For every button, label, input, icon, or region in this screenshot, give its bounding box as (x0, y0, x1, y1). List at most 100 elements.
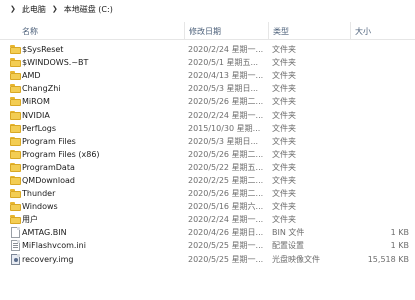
file-size (350, 108, 409, 121)
file-row[interactable]: NVIDIA 2020/2/24 星期一... 文件夹 (0, 108, 415, 121)
file-date: 2020/5/3 星期日... (188, 84, 259, 94)
file-name: recovery.img (22, 254, 74, 264)
file-type: 文件夹 (272, 189, 296, 199)
file-size (350, 69, 409, 82)
file-type: 文件夹 (272, 215, 296, 225)
file-row[interactable]: ChangZhi 2020/5/3 星期日... 文件夹 (0, 82, 415, 95)
file-type: 配置设置 (272, 241, 304, 251)
file-date: 2020/5/25 星期一... (188, 241, 264, 251)
folder-icon (9, 200, 21, 213)
file-size (350, 187, 409, 200)
file-name: MiFlashvcom.ini (22, 241, 86, 251)
chevron-right-icon[interactable]: ❯ (52, 5, 58, 13)
file-name: ChangZhi (22, 84, 61, 94)
file-name: $SysReset (22, 45, 64, 55)
file-date: 2020/5/1 星期五... (188, 58, 259, 68)
file-size (350, 200, 409, 213)
file-name: Thunder (22, 189, 56, 199)
chevron-right-icon[interactable]: ❯ (10, 5, 16, 13)
file-row[interactable]: recovery.img 2020/5/25 星期一... 光盘映像文件 15,518… (0, 253, 415, 266)
file-row[interactable]: $WINDOWS.~BT 2020/5/1 星期五... 文件夹 (0, 56, 415, 69)
file-date: 2020/2/24 星期一... (188, 45, 264, 55)
file-type: 文件夹 (272, 97, 296, 107)
file-size (350, 148, 409, 161)
file-date: 2020/5/26 星期二... (188, 189, 264, 199)
file-date: 2020/2/25 星期二... (188, 175, 264, 185)
column-header-date[interactable]: 修改日期 (184, 22, 221, 40)
file-size (350, 43, 409, 56)
breadcrumb-this-pc[interactable]: 此电脑 (22, 4, 46, 15)
folder-icon (9, 135, 21, 148)
file-size (350, 95, 409, 108)
file-type: 文件夹 (272, 45, 296, 55)
breadcrumb: ❯ 此电脑 ❯ 本地磁盘 (C:) (0, 0, 415, 18)
ini-file-icon (9, 239, 21, 252)
file-row[interactable]: AMD 2020/4/13 星期一... 文件夹 (0, 69, 415, 82)
file-date: 2020/2/24 星期一... (188, 215, 264, 225)
file-type: 文件夹 (272, 58, 296, 68)
file-name: NVIDIA (22, 110, 50, 120)
file-type: 文件夹 (272, 162, 296, 172)
file-size: 1 KB (390, 228, 409, 238)
file-size (350, 122, 409, 135)
folder-icon (9, 82, 21, 95)
file-date: 2015/10/30 星期... (188, 123, 261, 133)
file-type: 光盘映像文件 (272, 254, 320, 264)
file-row[interactable]: PerfLogs 2015/10/30 星期... 文件夹 (0, 122, 415, 135)
file-type: 文件夹 (272, 175, 296, 185)
file-type: 文件夹 (272, 149, 296, 159)
file-date: 2020/2/24 星期一... (188, 110, 264, 120)
file-size (350, 213, 409, 226)
file-row[interactable]: MiROM 2020/5/26 星期二... 文件夹 (0, 95, 415, 108)
file-size: 1 KB (390, 241, 409, 251)
file-name: AMTAG.BIN (22, 228, 67, 238)
folder-icon (9, 174, 21, 187)
file-name: 用户 (22, 215, 38, 225)
folder-icon (9, 122, 21, 135)
folder-icon (9, 69, 21, 82)
file-row[interactable]: 用户 2020/2/24 星期一... 文件夹 (0, 213, 415, 226)
file-date: 2020/4/26 星期日... (188, 228, 264, 238)
column-header-name[interactable]: 名称 (22, 22, 38, 40)
file-type: 文件夹 (272, 84, 296, 94)
file-size (350, 174, 409, 187)
file-name: MiROM (22, 97, 50, 107)
file-type: 文件夹 (272, 136, 296, 146)
breadcrumb-local-disk[interactable]: 本地磁盘 (C:) (64, 4, 113, 15)
file-icon (9, 226, 21, 239)
file-list: $SysReset 2020/2/24 星期一... 文件夹 $WINDOWS.~BT… (0, 43, 415, 266)
file-name: Program Files (x86) (22, 149, 100, 159)
file-date: 2020/5/22 星期五... (188, 162, 264, 172)
folder-icon (9, 95, 21, 108)
file-row[interactable]: QMDownload 2020/2/25 星期二... 文件夹 (0, 174, 415, 187)
file-row[interactable]: $SysReset 2020/2/24 星期一... 文件夹 (0, 43, 415, 56)
folder-icon (9, 148, 21, 161)
file-size (350, 82, 409, 95)
folder-icon (9, 56, 21, 69)
column-header-type[interactable]: 类型 (268, 22, 289, 40)
file-size (350, 135, 409, 148)
column-header-size[interactable]: 大小 (350, 22, 415, 40)
file-date: 2020/5/3 星期日... (188, 136, 259, 146)
file-size: 15,518 KB (367, 254, 409, 264)
file-type: 文件夹 (272, 202, 296, 212)
file-row[interactable]: MiFlashvcom.ini 2020/5/25 星期一... 配置设置 1 KB (0, 239, 415, 252)
file-type: 文件夹 (272, 71, 296, 81)
file-type: 文件夹 (272, 123, 296, 133)
folder-icon (9, 213, 21, 226)
file-row[interactable]: AMTAG.BIN 2020/4/26 星期日... BIN 文件 1 KB (0, 226, 415, 239)
file-date: 2020/5/16 星期六... (188, 202, 264, 212)
file-row[interactable]: Program Files (x86) 2020/5/26 星期二... 文件夹 (0, 148, 415, 161)
file-date: 2020/5/26 星期二... (188, 149, 264, 159)
file-date: 2020/5/25 星期一... (188, 254, 264, 264)
folder-icon (9, 161, 21, 174)
file-row[interactable]: Thunder 2020/5/26 星期二... 文件夹 (0, 187, 415, 200)
file-name: Program Files (22, 136, 76, 146)
file-size (350, 161, 409, 174)
column-header-row: 名称 修改日期 类型 大小 (0, 22, 415, 40)
folder-icon (9, 108, 21, 121)
file-row[interactable]: Windows 2020/5/16 星期六... 文件夹 (0, 200, 415, 213)
file-row[interactable]: ProgramData 2020/5/22 星期五... 文件夹 (0, 161, 415, 174)
file-name: ProgramData (22, 162, 75, 172)
file-row[interactable]: Program Files 2020/5/3 星期日... 文件夹 (0, 135, 415, 148)
